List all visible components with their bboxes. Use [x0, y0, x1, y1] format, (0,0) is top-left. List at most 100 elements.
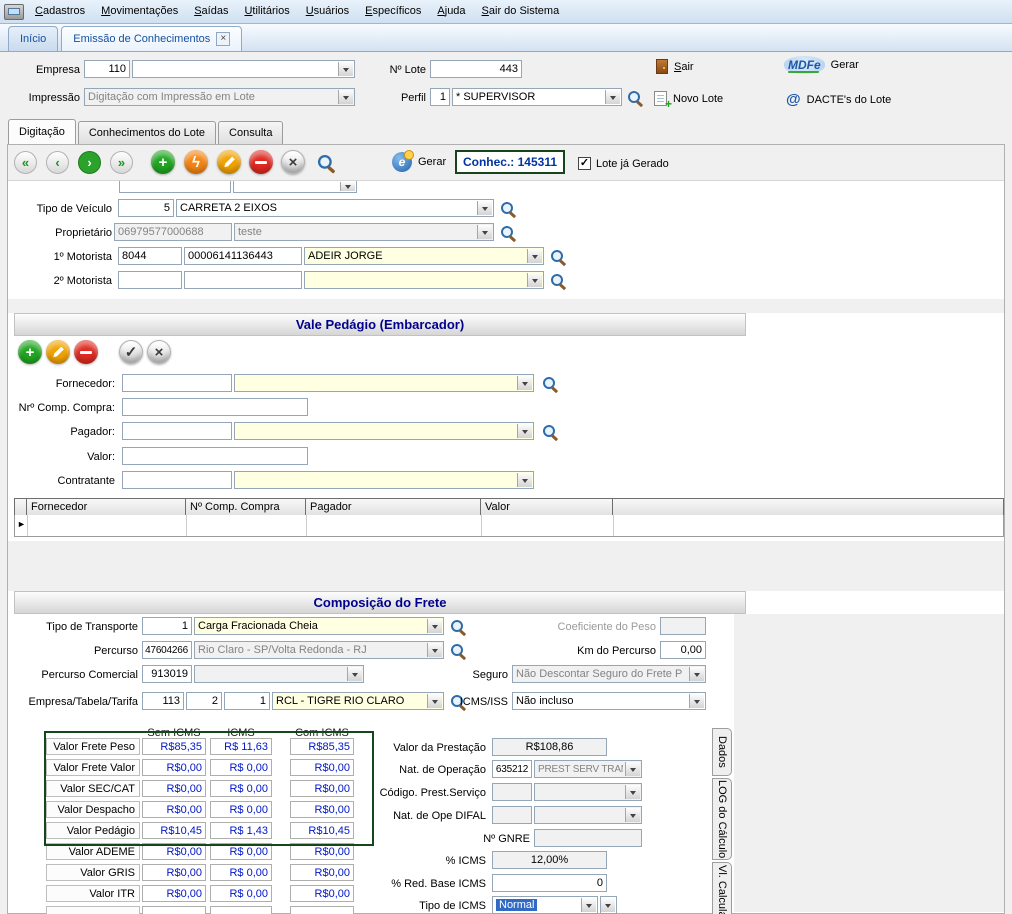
sec-cat-sem-icms-cell[interactable]: R$0,00	[142, 780, 206, 797]
vp-remove-button[interactable]	[74, 340, 98, 364]
gerar-mdfe-button[interactable]: MDFe Gerar	[784, 56, 859, 74]
cancel-button[interactable]: ×	[281, 150, 305, 174]
fornecedor-code-field[interactable]	[122, 374, 232, 392]
vp-edit-button[interactable]	[46, 340, 70, 364]
tipo-veiculo-combo[interactable]: CARRETA 2 EIXOS	[176, 199, 494, 217]
pedagio-com-icms-cell[interactable]: R$10,45	[290, 822, 354, 839]
motorista2-doc-field[interactable]	[184, 271, 302, 289]
motorista1-doc-field[interactable]: 00006141136443	[184, 247, 302, 265]
side-tab-dados[interactable]: Dados	[712, 728, 732, 776]
icms-iss-combo[interactable]: Não incluso	[512, 692, 706, 710]
menu-item-saidas[interactable]: Saídas	[186, 0, 236, 23]
grid-header-fornecedor[interactable]: Fornecedor	[26, 498, 186, 516]
edit-button[interactable]	[217, 150, 241, 174]
nav-next-button[interactable]: ›	[78, 151, 101, 174]
side-tab-vl-calcula[interactable]: Vl. Calcula	[712, 862, 732, 914]
percurso-search-icon[interactable]	[450, 643, 466, 659]
percurso-code-field[interactable]: 47604266	[142, 641, 192, 659]
red-base-icms-field[interactable]: 0	[492, 874, 607, 892]
sair-button[interactable]: Sair	[656, 59, 694, 74]
clipped-field[interactable]	[119, 181, 231, 193]
tarifa-tabela-field[interactable]: 2	[186, 692, 222, 710]
tarifa-empresa-field[interactable]: 113	[142, 692, 184, 710]
tarifa-combo[interactable]: RCL - TIGRE RIO CLARO	[272, 692, 444, 710]
pagador-combo[interactable]	[234, 422, 534, 440]
menu-item-movimentacoes[interactable]: Movimentações	[93, 0, 186, 23]
frete-peso-com-icms-cell[interactable]: R$85,35	[290, 738, 354, 755]
motorista2-search-icon[interactable]	[550, 273, 566, 289]
grid-header-comp-compra[interactable]: Nº Comp. Compra	[185, 498, 306, 516]
dactes-do-lote-button[interactable]: @ DACTE's do Lote	[786, 92, 891, 107]
tipo-icms-aux-dropdown[interactable]	[600, 896, 617, 914]
nat-operacao-code-field[interactable]: 635212	[492, 760, 532, 778]
vp-confirm-button[interactable]: ✓	[119, 340, 143, 364]
grid-header-valor[interactable]: Valor	[480, 498, 613, 516]
itr-icms-cell[interactable]: R$ 0,00	[210, 885, 272, 902]
sec-cat-icms-cell[interactable]: R$ 0,00	[210, 780, 272, 797]
nav-last-button[interactable]: »	[110, 151, 133, 174]
tipo-transporte-code-field[interactable]: 1	[142, 617, 192, 635]
pagador-search-icon[interactable]	[542, 424, 558, 440]
contratante-combo[interactable]	[234, 471, 534, 489]
tipo-transporte-combo[interactable]: Carga Fracionada Cheia	[194, 617, 444, 635]
fornecedor-combo[interactable]	[234, 374, 534, 392]
gris-sem-icms-cell[interactable]: R$0,00	[142, 864, 206, 881]
perfil-num-field[interactable]: 1	[430, 88, 450, 106]
tab-inicio[interactable]: Início	[8, 26, 58, 51]
ademe-com-icms-cell[interactable]: R$0,00	[290, 843, 354, 860]
grid-header-pagador[interactable]: Pagador	[305, 498, 481, 516]
tab-close-icon[interactable]: ×	[216, 32, 230, 46]
pedagio-sem-icms-cell[interactable]: R$10,45	[142, 822, 206, 839]
menu-item-sair-do-sistema[interactable]: Sair do Sistema	[474, 0, 568, 23]
motorista1-code-field[interactable]: 8044	[118, 247, 182, 265]
side-tab-log-calculo[interactable]: LOG do Cálculo	[712, 778, 732, 860]
frete-valor-sem-icms-cell[interactable]: R$0,00	[142, 759, 206, 776]
despacho-sem-icms-cell[interactable]: R$0,00	[142, 801, 206, 818]
despacho-com-icms-cell[interactable]: R$0,00	[290, 801, 354, 818]
seguro-combo[interactable]: Não Descontar Seguro do Frete P	[512, 665, 706, 683]
tab-digitacao[interactable]: Digitação	[8, 119, 76, 144]
nav-first-button[interactable]: «	[14, 151, 37, 174]
tarifa-num-field[interactable]: 1	[224, 692, 270, 710]
motorista2-code-field[interactable]	[118, 271, 182, 289]
conhec-field[interactable]: Conhec.: 145311	[455, 150, 565, 174]
tipo-veiculo-code-field[interactable]: 5	[118, 199, 174, 217]
frete-valor-icms-cell[interactable]: R$ 0,00	[210, 759, 272, 776]
tab-emissao-conhecimentos[interactable]: Emissão de Conhecimentos ×	[61, 26, 242, 51]
perfil-combo[interactable]: * SUPERVISOR	[452, 88, 622, 106]
ademe-sem-icms-cell[interactable]: R$0,00	[142, 843, 206, 860]
contratante-code-field[interactable]	[122, 471, 232, 489]
fornecedor-search-icon[interactable]	[542, 376, 558, 392]
tipo-icms-combo[interactable]: Normal	[492, 896, 598, 914]
sec-cat-com-icms-cell[interactable]: R$0,00	[290, 780, 354, 797]
novo-lote-button[interactable]: + Novo Lote	[654, 91, 723, 106]
pagador-code-field[interactable]	[122, 422, 232, 440]
frete-valor-com-icms-cell[interactable]: R$0,00	[290, 759, 354, 776]
itr-com-icms-cell[interactable]: R$0,00	[290, 885, 354, 902]
tipo-veiculo-search-icon[interactable]	[500, 201, 516, 217]
empresa-field[interactable]: 110	[84, 60, 130, 78]
remove-button[interactable]	[249, 150, 273, 174]
tab-conhecimentos-do-lote[interactable]: Conhecimentos do Lote	[78, 121, 216, 144]
add-button[interactable]: +	[151, 150, 175, 174]
grid-body[interactable]: ►	[14, 515, 1004, 537]
gris-icms-cell[interactable]: R$ 0,00	[210, 864, 272, 881]
vp-cancel-button[interactable]: ×	[147, 340, 171, 364]
tab-consulta[interactable]: Consulta	[218, 121, 283, 144]
ademe-icms-cell[interactable]: R$ 0,00	[210, 843, 272, 860]
clipped-cell[interactable]	[290, 906, 354, 914]
empresa-combo[interactable]	[132, 60, 355, 78]
gris-com-icms-cell[interactable]: R$0,00	[290, 864, 354, 881]
motorista1-combo[interactable]: ADEIR JORGE	[304, 247, 544, 265]
nav-prev-button[interactable]: ‹	[46, 151, 69, 174]
comp-compra-field[interactable]	[122, 398, 308, 416]
tipo-transporte-search-icon[interactable]	[450, 619, 466, 635]
vp-add-button[interactable]: +	[18, 340, 42, 364]
menu-item-ajuda[interactable]: Ajuda	[429, 0, 473, 23]
menu-item-usuarios[interactable]: Usuários	[298, 0, 357, 23]
itr-sem-icms-cell[interactable]: R$0,00	[142, 885, 206, 902]
menu-item-especificos[interactable]: Específicos	[357, 0, 429, 23]
valor-field[interactable]	[122, 447, 308, 465]
quick-generate-button[interactable]: ϟ	[184, 150, 208, 174]
frete-peso-icms-cell[interactable]: R$ 11,63	[210, 738, 272, 755]
